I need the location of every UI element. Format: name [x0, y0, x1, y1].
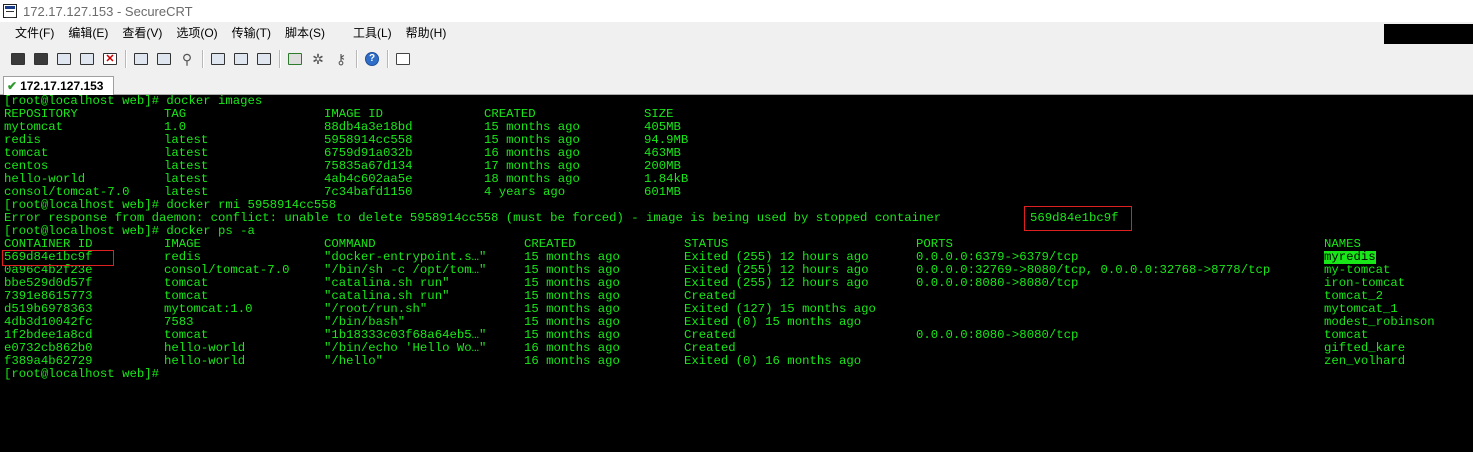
image-image-id: 7c34bafd1150 [324, 185, 413, 199]
image-row: hello-world latest 4ab4c602aa5e 18 months a… [4, 173, 1469, 186]
prompt-final: [root@localhost web]# [4, 367, 159, 381]
black-region [1384, 24, 1473, 44]
container-image: hello-world [164, 354, 246, 368]
toolbar-separator [125, 50, 127, 68]
container-command: "/hello" [324, 354, 384, 368]
menu-file[interactable]: 文件(F) [8, 22, 61, 44]
image-row: mytomcat 1.0 88db4a3e18bd 15 months ago 405M… [4, 121, 1469, 134]
session-tab[interactable]: ✔ 172.17.127.153 [3, 76, 114, 95]
toolbar: ✕ ⚲ ✲ ⚷ ? [0, 44, 1473, 74]
connect-icon[interactable] [9, 50, 27, 68]
window-title: 172.17.127.153 - SecureCRT [23, 3, 193, 19]
title-bar: 172.17.127.153 - SecureCRT [0, 0, 1473, 22]
menu-help[interactable]: 帮助(H) [399, 22, 454, 44]
container-status: Exited (0) 16 months ago [684, 354, 862, 368]
menu-transfer[interactable]: 传输(T) [225, 22, 278, 44]
image-row: tomcat latest 6759d91a032b 16 months ago 463… [4, 147, 1469, 160]
quick-connect-icon[interactable] [32, 50, 50, 68]
session-tab-label: 172.17.127.153 [20, 79, 104, 93]
terminal-line-prompt4: [root@localhost web]# [4, 368, 1469, 381]
terminal-line-prompt3: [root@localhost web]# docker ps -a [4, 225, 1469, 238]
error-highlight-box [1024, 206, 1132, 231]
menu-edit[interactable]: 编辑(E) [61, 22, 115, 44]
connect-tab-icon[interactable] [55, 50, 73, 68]
find-icon[interactable]: ⚲ [178, 50, 196, 68]
copy-icon[interactable] [132, 50, 150, 68]
image-row: redis latest 5958914cc558 15 months ago 94.9… [4, 134, 1469, 147]
container-id-highlight-box [2, 250, 114, 266]
image-created: 4 years ago [484, 185, 566, 199]
session-options-icon[interactable] [286, 50, 304, 68]
session-tab-bar: ✔ 172.17.127.153 [0, 74, 1473, 95]
container-ports: 0.0.0.0:8080->8080/tcp [916, 328, 1079, 342]
terminal-line-prompt1: [root@localhost web]# docker images [4, 95, 1469, 108]
menu-tools[interactable]: 工具(L) [346, 22, 399, 44]
container-row: 4db3d10042fc 7583 "/bin/bash" 15 months ago… [4, 316, 1469, 329]
container-row: f389a4b62729 hello-world "/hello" 16 months… [4, 355, 1469, 368]
toolbar-separator [356, 50, 358, 68]
connected-check-icon: ✔ [7, 79, 18, 93]
container-row: bbe529d0d57f tomcat "catalina.sh run" 15 mo… [4, 277, 1469, 290]
help-icon[interactable]: ? [363, 50, 381, 68]
screen-icon[interactable] [394, 50, 412, 68]
toolbar-separator [202, 50, 204, 68]
print-setup-icon[interactable] [232, 50, 250, 68]
toolbar-separator [279, 50, 281, 68]
image-size: 601MB [644, 185, 681, 199]
container-ports: 0.0.0.0:8080->8080/tcp [916, 276, 1079, 290]
menu-options[interactable]: 选项(O) [169, 22, 224, 44]
terminal-area[interactable]: [root@localhost web]# docker images REPO… [0, 95, 1473, 452]
reconnect-icon[interactable] [78, 50, 96, 68]
key-icon[interactable]: ⚷ [332, 50, 350, 68]
container-names: zen_volhard [1324, 354, 1406, 368]
securecrt-app-icon [3, 4, 17, 18]
paste-icon[interactable] [155, 50, 173, 68]
disconnect-icon[interactable]: ✕ [101, 50, 119, 68]
global-options-icon[interactable]: ✲ [309, 50, 327, 68]
toolbar-separator [387, 50, 389, 68]
print-icon[interactable] [209, 50, 227, 68]
image-row: centos latest 75835a67d134 17 months ago 200… [4, 160, 1469, 173]
print-selection-icon[interactable] [255, 50, 273, 68]
container-created: 16 months ago [524, 354, 620, 368]
menu-bar: 文件(F) 编辑(E) 查看(V) 选项(O) 传输(T) 脚本(S) 工具(L… [0, 22, 1473, 44]
menu-script[interactable]: 脚本(S) [278, 22, 332, 44]
images-header-row: REPOSITORY TAG IMAGE ID CREATED SIZE [4, 108, 1469, 121]
menu-view[interactable]: 查看(V) [115, 22, 169, 44]
